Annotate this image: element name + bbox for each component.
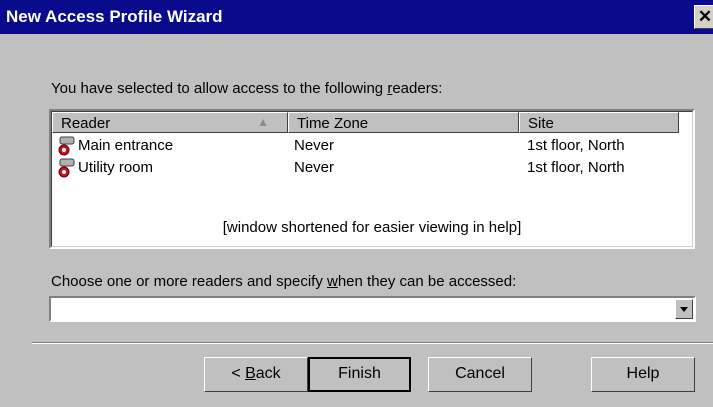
help-button[interactable]: Help bbox=[591, 357, 695, 392]
back-label-end: ack bbox=[255, 365, 281, 382]
back-label: < bbox=[231, 365, 246, 382]
reader-name: Utility room bbox=[78, 159, 154, 176]
column-header-site[interactable]: Site bbox=[519, 112, 679, 133]
cancel-button[interactable]: Cancel bbox=[428, 357, 532, 392]
time-zone-value: Never bbox=[294, 137, 335, 154]
reader-key-icon bbox=[58, 158, 75, 178]
column-header-time-zone[interactable]: Time Zone bbox=[288, 112, 519, 133]
intro-text: You have selected to allow access to the… bbox=[51, 80, 388, 97]
time-zone-combo[interactable] bbox=[49, 296, 696, 322]
sort-ascending-icon: ▲ bbox=[257, 115, 269, 129]
column-header-label: Time Zone bbox=[297, 115, 369, 132]
site-value: 1st floor, North bbox=[527, 137, 625, 154]
site-value: 1st floor, North bbox=[527, 159, 625, 176]
column-header-label: Reader bbox=[61, 115, 111, 132]
window-title: New Access Profile Wizard bbox=[6, 7, 223, 26]
close-button[interactable]: ✕ bbox=[694, 5, 713, 29]
list-item[interactable]: Main entrance Never 1st floor, North bbox=[54, 135, 684, 157]
column-header-label: Site bbox=[528, 115, 554, 132]
column-header-reader[interactable]: Reader ▲ bbox=[52, 112, 288, 133]
choose-text-end: hen they can be accessed: bbox=[337, 273, 517, 290]
shortened-note: [window shortened for easier viewing in … bbox=[222, 219, 522, 236]
choose-text: Choose one or more readers and specify bbox=[51, 273, 327, 290]
close-icon: ✕ bbox=[697, 7, 713, 26]
finish-button[interactable]: Finish bbox=[308, 357, 411, 392]
back-button[interactable]: < Back bbox=[204, 357, 308, 392]
readers-list[interactable]: Reader ▲ Time Zone Site Main entrance Ne… bbox=[49, 109, 695, 249]
chevron-down-icon bbox=[680, 307, 688, 312]
intro-text-end: eaders: bbox=[392, 80, 443, 97]
choose-label: Choose one or more readers and specify w… bbox=[51, 273, 516, 290]
divider bbox=[32, 342, 713, 344]
intro-label: You have selected to allow access to the… bbox=[51, 80, 442, 97]
dropdown-button[interactable] bbox=[675, 299, 693, 319]
time-zone-value: Never bbox=[294, 159, 335, 176]
title-bar: New Access Profile Wizard ✕ bbox=[0, 0, 713, 34]
reader-key-icon bbox=[58, 136, 75, 156]
reader-name: Main entrance bbox=[78, 137, 174, 154]
choose-accel: w bbox=[326, 273, 338, 290]
back-accel: B bbox=[245, 365, 256, 382]
list-item[interactable]: Utility room Never 1st floor, North bbox=[54, 157, 684, 179]
